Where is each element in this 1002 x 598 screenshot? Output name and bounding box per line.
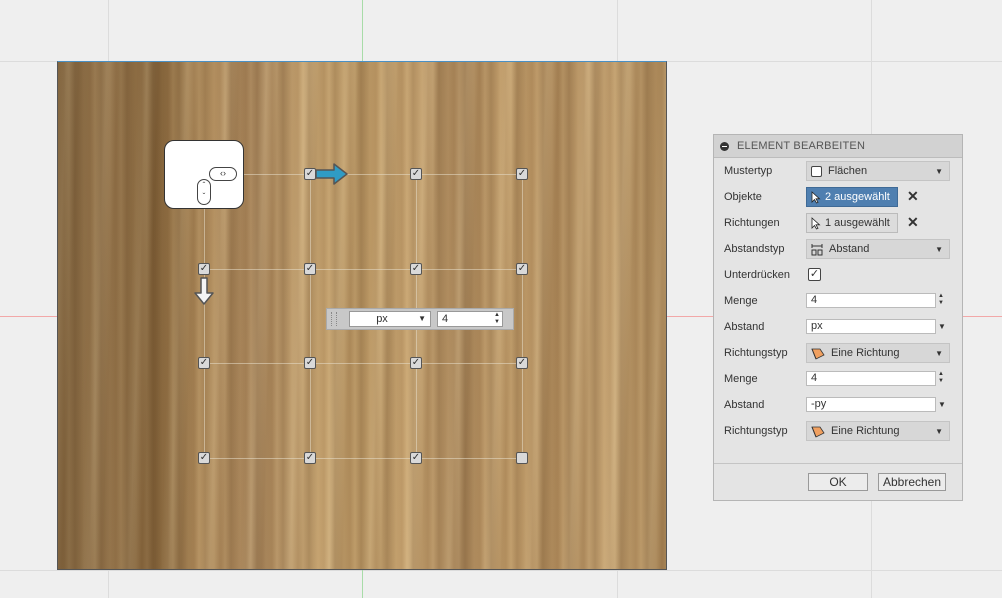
viewport-canvas[interactable]: ‹› ˆˇ px ▼ 4 ▲▼ [57,61,667,570]
row-quantity-2: Menge 4 ▲ ▼ [714,366,962,392]
ok-button[interactable]: OK [808,473,868,491]
pattern-instance-checkbox[interactable] [198,263,210,275]
spacing-type-dropdown[interactable]: Abstand ▼ [806,239,950,259]
spacing-icon [811,243,823,255]
row-label: Abstand [724,399,765,411]
pattern-instance-checkbox[interactable] [516,452,528,464]
nav-cube-icon[interactable]: ‹› ˆˇ [164,140,244,209]
grid-line [0,570,1002,571]
pattern-type-dropdown[interactable]: Flächen ▼ [806,161,950,181]
pattern-instance-checkbox[interactable] [516,263,528,275]
canvas-count-input[interactable]: 4 ▲ ▼ [437,311,503,327]
chevron-down-icon: ▼ [935,349,943,358]
pattern-instance-checkbox[interactable] [198,452,210,464]
pan-vertical-icon[interactable]: ˆˇ [197,179,211,205]
pattern-grid-line [310,174,311,458]
pattern-instance-checkbox[interactable] [410,263,422,275]
quantity-input-1[interactable]: 4 [806,293,936,308]
row-distance-1: Abstand px ▼ [714,314,962,340]
dropdown-value: Abstand [829,243,870,255]
cursor-icon [811,190,821,204]
row-objects: Objekte 2 ausgewählt ✕ [714,184,962,210]
selection-count: 1 ausgewählt [825,217,890,229]
quantity-input-2[interactable]: 4 [806,371,936,386]
chevron-down-icon[interactable]: ▼ [938,322,946,331]
distance-input-2[interactable]: -py [806,397,936,412]
pattern-grid-line [204,174,205,458]
row-suppress: Unterdrücken ✓ [714,262,962,288]
direction-type-dropdown-1[interactable]: Eine Richtung ▼ [806,343,950,363]
face-icon [811,165,822,177]
dropdown-value: Eine Richtung [831,425,900,437]
row-quantity-1: Menge 4 ▲ ▼ [714,288,962,314]
row-label: Unterdrücken [724,269,791,281]
row-label: Abstandstyp [724,243,785,255]
directions-select-button[interactable]: 1 ausgewählt [806,213,898,233]
row-label: Objekte [724,191,762,203]
arrow-right-icon[interactable] [314,161,350,187]
chevron-down-icon: ▼ [418,314,426,323]
pattern-instance-checkbox[interactable] [410,357,422,369]
selection-count: 2 ausgewählt [825,191,890,203]
pattern-instance-checkbox[interactable] [516,168,528,180]
pattern-instance-checkbox[interactable] [410,168,422,180]
row-label: Abstand [724,321,765,333]
cursor-icon [811,216,821,230]
chevron-down-icon: ▼ [935,427,943,436]
row-pattern-type: Mustertyp Flächen ▼ [714,158,962,184]
cancel-button[interactable]: Abbrechen [878,473,946,491]
row-direction-type-1: Richtungstyp Eine Richtung ▼ [714,340,962,366]
objects-select-button[interactable]: 2 ausgewählt [806,187,898,207]
row-spacing-type: Abstandstyp Abstand ▼ [714,236,962,262]
chevron-down-icon[interactable]: ▼ [938,400,946,409]
pattern-grid-line [204,363,522,364]
chevron-down-icon: ▼ [935,245,943,254]
row-label: Menge [724,373,758,385]
edit-feature-panel: ELEMENT BEARBEITEN Mustertyp Flächen ▼ O… [713,134,963,501]
drag-grip-icon[interactable] [331,312,337,326]
dropdown-value: Flächen [828,165,868,177]
suppress-checkbox[interactable]: ✓ [808,268,821,281]
row-label: Mustertyp [724,165,773,177]
panel-header: ELEMENT BEARBEITEN [714,135,962,158]
panel-footer: OK Abbrechen [714,463,962,500]
collapse-icon[interactable] [720,141,729,151]
pattern-instance-checkbox[interactable] [304,263,316,275]
row-label: Richtungen [724,217,780,229]
row-label: Menge [724,295,758,307]
canvas-count-value: 4 [442,313,449,325]
pattern-instance-checkbox[interactable] [198,357,210,369]
pattern-instance-checkbox[interactable] [304,452,316,464]
arrow-down-icon[interactable] [192,276,216,306]
close-icon[interactable]: ✕ [907,215,919,229]
canvas-distance-input: px ▼ 4 ▲ ▼ [326,308,514,330]
direction-icon [811,426,825,438]
pattern-grid-line [204,269,522,270]
wood-shade [58,62,258,569]
pattern-grid-line [204,174,522,175]
direction-type-dropdown-2[interactable]: Eine Richtung ▼ [806,421,950,441]
pattern-grid-line [522,174,523,458]
distance-input-1[interactable]: px [806,319,936,334]
spinner-icon[interactable]: ▲ ▼ [494,312,500,326]
panel-title: ELEMENT BEARBEITEN [737,140,866,152]
chevron-down-icon: ▼ [935,167,943,176]
close-icon[interactable]: ✕ [907,189,919,203]
row-label: Richtungstyp [724,347,788,359]
dropdown-value: Eine Richtung [831,347,900,359]
pan-horizontal-icon[interactable]: ‹› [209,167,237,181]
pattern-instance-checkbox[interactable] [410,452,422,464]
spinner-icon[interactable]: ▲ ▼ [938,293,944,307]
canvas-unit-select[interactable]: px ▼ [349,311,431,327]
pattern-grid-line [204,458,522,459]
direction-icon [811,348,825,360]
row-direction-type-2: Richtungstyp Eine Richtung ▼ [714,418,962,444]
spinner-icon[interactable]: ▲ ▼ [938,371,944,385]
row-distance-2: Abstand -py ▼ [714,392,962,418]
pattern-instance-checkbox[interactable] [304,357,316,369]
pattern-instance-checkbox[interactable] [516,357,528,369]
row-directions: Richtungen 1 ausgewählt ✕ [714,210,962,236]
row-label: Richtungstyp [724,425,788,437]
canvas-unit-value: px [376,313,388,325]
